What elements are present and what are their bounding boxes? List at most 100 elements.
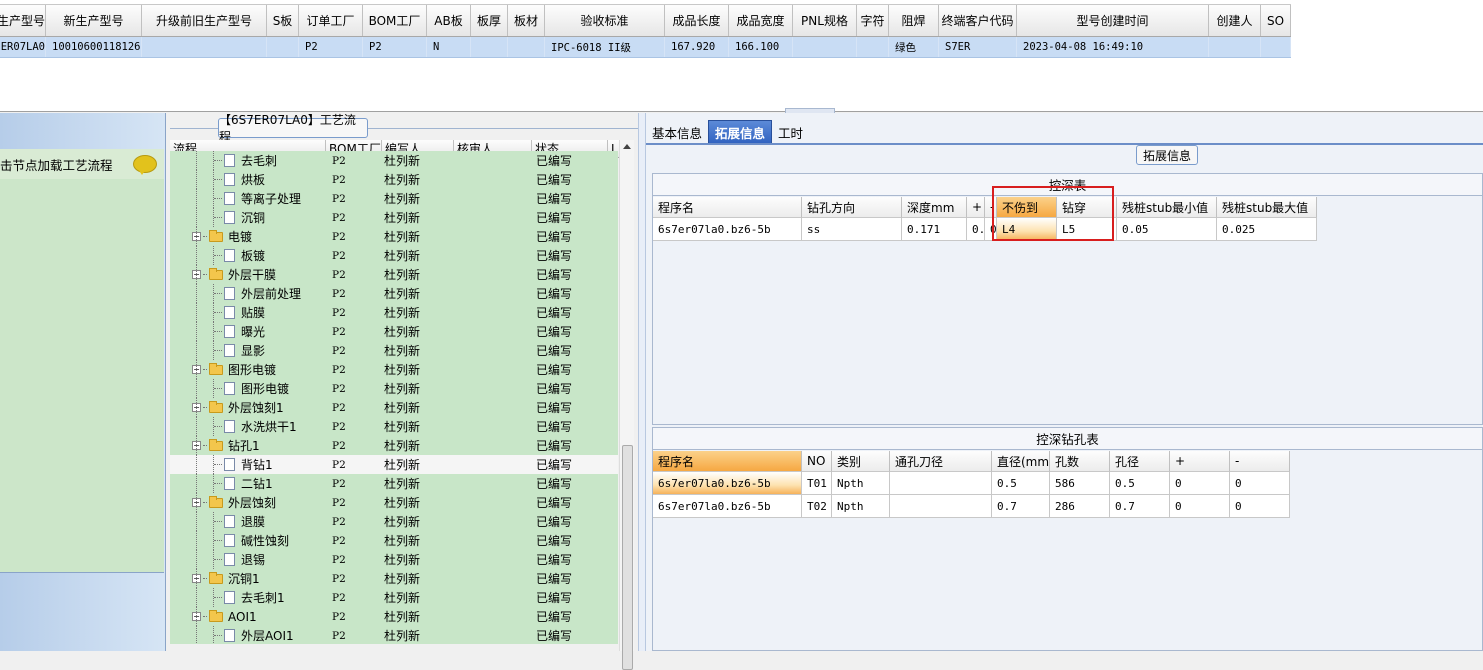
tree-row[interactable]: 碱性蚀刻 P2 杜列新 已编写: [170, 531, 618, 550]
tree-node[interactable]: 图形电镀: [170, 379, 326, 398]
tree-node[interactable]: 退膜: [170, 512, 326, 531]
table-cell[interactable]: T02: [802, 495, 832, 518]
tree-row[interactable]: 烘板 P2 杜列新 已编写: [170, 170, 618, 189]
tree-row[interactable]: 曝光 P2 杜列新 已编写: [170, 322, 618, 341]
column-header[interactable]: 程序名: [653, 451, 802, 472]
tree-row[interactable]: 退膜 P2 杜列新 已编写: [170, 512, 618, 531]
column-header[interactable]: 生产型号: [0, 5, 46, 36]
tree-row[interactable]: 去毛刺1 P2 杜列新 已编写: [170, 588, 618, 607]
tree-row[interactable]: − 外层干膜 P2 杜列新 已编写: [170, 265, 618, 284]
column-header[interactable]: BOM工厂: [363, 5, 427, 36]
tree-row[interactable]: 显影 P2 杜列新 已编写: [170, 341, 618, 360]
tree-node[interactable]: − 外层蚀刻1: [170, 398, 326, 417]
tree-row[interactable]: 去毛刺 P2 杜列新 已编写: [170, 151, 618, 170]
column-header[interactable]: 直径(mm): [992, 451, 1050, 472]
column-header[interactable]: 类别: [832, 451, 890, 472]
table-cell[interactable]: Npth: [832, 495, 890, 518]
tree-node[interactable]: − 外层蚀刻: [170, 493, 326, 512]
tree-node[interactable]: 外层AOI1: [170, 626, 326, 644]
column-header[interactable]: AB板: [427, 5, 471, 36]
tree-row[interactable]: 退锡 P2 杜列新 已编写: [170, 550, 618, 569]
table-cell[interactable]: [890, 472, 992, 495]
column-header[interactable]: +: [967, 197, 985, 218]
table-row[interactable]: 6s7er07la0.bz6-5bss0.1710.0.L4L50.050.02…: [653, 218, 1317, 241]
table-cell[interactable]: Npth: [832, 472, 890, 495]
table-cell[interactable]: 6s7er07la0.bz6-5b: [653, 472, 802, 495]
table-cell[interactable]: 586: [1050, 472, 1110, 495]
tree-row[interactable]: − 外层蚀刻 P2 杜列新 已编写: [170, 493, 618, 512]
table-cell[interactable]: 0.171: [902, 218, 967, 241]
column-header[interactable]: 阻焊: [889, 5, 939, 36]
tree-row[interactable]: 等离子处理 P2 杜列新 已编写: [170, 189, 618, 208]
column-header[interactable]: 验收标准: [545, 5, 665, 36]
scroll-thumb[interactable]: [622, 445, 633, 670]
column-header[interactable]: 残桩stub最大值: [1217, 197, 1317, 218]
tree-row[interactable]: − 钻孔1 P2 杜列新 已编写: [170, 436, 618, 455]
column-header[interactable]: 板厚: [471, 5, 508, 36]
tree-row[interactable]: 图形电镀 P2 杜列新 已编写: [170, 379, 618, 398]
tree-node[interactable]: − 图形电镀: [170, 360, 326, 379]
column-header[interactable]: 深度mm: [902, 197, 967, 218]
column-header[interactable]: 板材: [508, 5, 545, 36]
tree-row[interactable]: 外层前处理 P2 杜列新 已编写: [170, 284, 618, 303]
column-header[interactable]: 孔径: [1110, 451, 1170, 472]
tree-node[interactable]: − 钻孔1: [170, 436, 326, 455]
column-header[interactable]: 创建人: [1209, 5, 1261, 36]
tree-node[interactable]: 板镀: [170, 246, 326, 265]
tree-node[interactable]: 背钻1: [170, 455, 326, 474]
table-cell[interactable]: 0.: [967, 218, 985, 241]
tree-node[interactable]: 显影: [170, 341, 326, 360]
column-header[interactable]: PNL规格: [793, 5, 857, 36]
tab-work-hours[interactable]: 工时: [772, 120, 809, 144]
table-cell[interactable]: ss: [802, 218, 902, 241]
column-header[interactable]: 订单工厂: [299, 5, 363, 36]
tree-row[interactable]: − 电镀 P2 杜列新 已编写: [170, 227, 618, 246]
column-header[interactable]: 升级前旧生产型号: [142, 5, 267, 36]
table-cell[interactable]: T01: [802, 472, 832, 495]
table-cell[interactable]: 0.7: [1110, 495, 1170, 518]
column-header[interactable]: NO: [802, 451, 832, 472]
table-cell[interactable]: 0: [1170, 472, 1230, 495]
tree-node[interactable]: 碱性蚀刻: [170, 531, 326, 550]
process-tree[interactable]: 去毛刺 P2 杜列新 已编写 烘板 P2 杜列新 已编写 等离子处理 P2 杜列新 已编写 沉铜 P2 杜列…: [170, 151, 618, 644]
tree-node[interactable]: 水洗烘干1: [170, 417, 326, 436]
table-cell[interactable]: 6s7er07la0.bz6-5b: [653, 495, 802, 518]
table-cell[interactable]: 6s7er07la0.bz6-5b: [653, 218, 802, 241]
tree-node[interactable]: 曝光: [170, 322, 326, 341]
scroll-up-icon[interactable]: [623, 144, 631, 149]
column-header[interactable]: 成品宽度: [729, 5, 793, 36]
column-header[interactable]: 型号创建时间: [1017, 5, 1209, 36]
tree-row[interactable]: 外层AOI1 P2 杜列新 已编写: [170, 626, 618, 644]
tree-node[interactable]: 去毛刺: [170, 151, 326, 170]
tree-node[interactable]: 退锡: [170, 550, 326, 569]
process-scrollbar[interactable]: [619, 140, 634, 670]
tree-row[interactable]: 沉铜 P2 杜列新 已编写: [170, 208, 618, 227]
tree-node[interactable]: 贴膜: [170, 303, 326, 322]
table-cell[interactable]: [890, 495, 992, 518]
tree-node[interactable]: − AOI1: [170, 607, 326, 626]
tree-node[interactable]: 二钻1: [170, 474, 326, 493]
tree-row[interactable]: 板镀 P2 杜列新 已编写: [170, 246, 618, 265]
tree-row[interactable]: − AOI1 P2 杜列新 已编写: [170, 607, 618, 626]
column-header[interactable]: 残桩stub最小值: [1117, 197, 1217, 218]
column-header[interactable]: 成品长度: [665, 5, 729, 36]
tree-row[interactable]: 贴膜 P2 杜列新 已编写: [170, 303, 618, 322]
table-cell[interactable]: 0: [1230, 472, 1290, 495]
tree-row[interactable]: − 沉铜1 P2 杜列新 已编写: [170, 569, 618, 588]
table-cell[interactable]: 0: [1170, 495, 1230, 518]
tab-basic-info[interactable]: 基本信息: [646, 120, 708, 144]
tab-extended-info[interactable]: 拓展信息: [708, 120, 773, 144]
column-header[interactable]: 字符: [857, 5, 889, 36]
table-cell[interactable]: 0.025: [1217, 218, 1317, 241]
table-cell[interactable]: 0.5: [1110, 472, 1170, 495]
column-header[interactable]: -: [1230, 451, 1290, 472]
product-grid-row[interactable]: ER07LA0 10010600118126 P2 P2 N IPC-6018 II级 16…: [0, 37, 1291, 58]
tree-row[interactable]: 背钻1 P2 杜列新 已编写: [170, 455, 618, 474]
column-header[interactable]: 孔数: [1050, 451, 1110, 472]
table-cell[interactable]: 0.05: [1117, 218, 1217, 241]
column-header[interactable]: 程序名: [653, 197, 802, 218]
tree-node[interactable]: − 沉铜1: [170, 569, 326, 588]
column-header[interactable]: SO: [1261, 5, 1291, 36]
table-row[interactable]: 6s7er07la0.bz6-5b T02 Npth 0.7 286 0.7 0 0: [653, 495, 1290, 518]
column-header[interactable]: 钻孔方向: [802, 197, 902, 218]
